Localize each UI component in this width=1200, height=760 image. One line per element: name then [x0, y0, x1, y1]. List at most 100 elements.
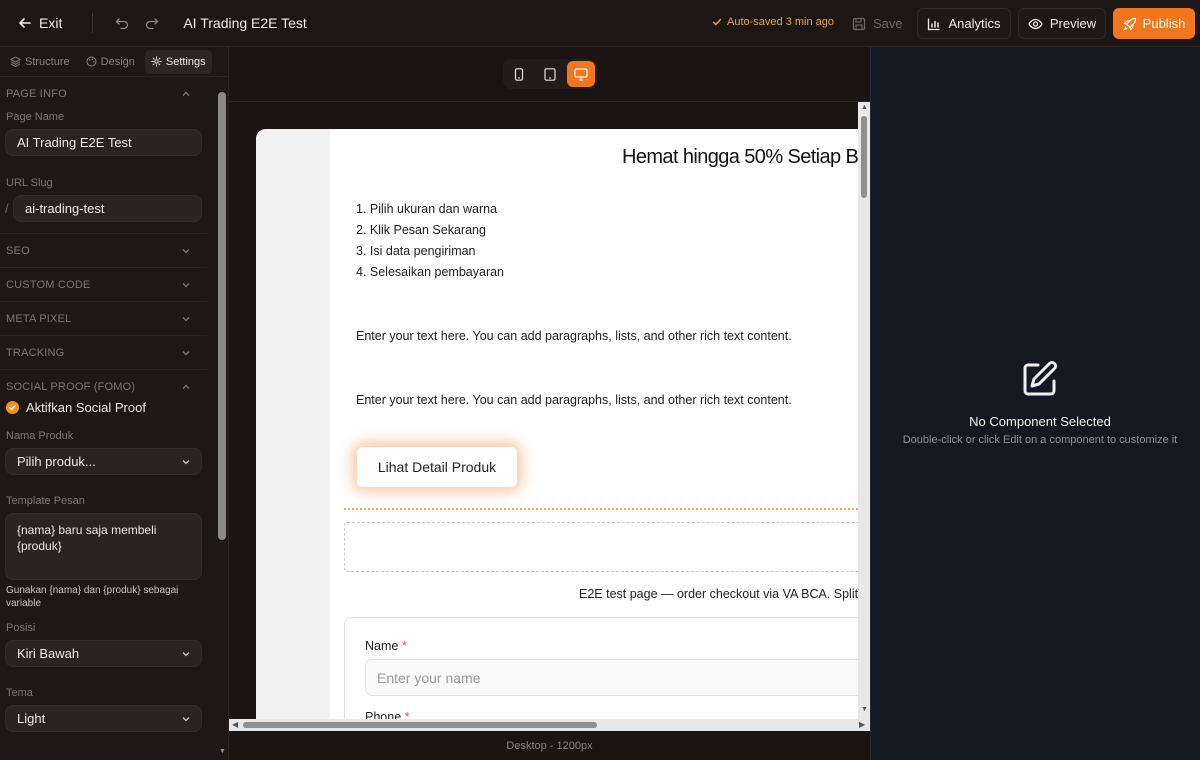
scroll-right-arrow-icon[interactable]: ▶	[859, 720, 865, 729]
scroll-down-arrow-icon[interactable]: ▼	[861, 706, 868, 713]
redo-icon	[146, 18, 159, 30]
bar-chart-icon	[927, 17, 941, 31]
device-switcher	[503, 59, 597, 89]
chevron-up-icon	[182, 384, 190, 389]
chevron-down-icon	[182, 459, 190, 464]
page-name-label: Page Name	[6, 111, 65, 123]
step-item: 3. Isi data pengiriman	[356, 244, 476, 258]
undo-button[interactable]	[111, 12, 133, 34]
arrow-left-icon	[18, 16, 32, 30]
view-product-button[interactable]: Lihat Detail Produk	[357, 447, 517, 487]
divider	[92, 13, 94, 33]
template-textarea[interactable]: {nama} baru saja membeli {produk}	[5, 513, 202, 580]
social-proof-toggle-label: Aktifkan Social Proof	[26, 399, 146, 415]
analytics-button[interactable]: Analytics	[917, 8, 1011, 39]
autosave-text: Auto-saved 3 min ago	[727, 16, 835, 28]
page-preview[interactable]: Hemat hingga 50% Setiap B 1. Pilih ukura…	[256, 129, 866, 719]
theme-select[interactable]: Light	[5, 705, 202, 732]
scroll-left-arrow-icon[interactable]: ◀	[232, 720, 238, 729]
product-select[interactable]: Pilih produk...	[5, 448, 202, 475]
tab-design[interactable]: Design	[80, 50, 141, 74]
section-meta-pixel-title: META PIXEL	[6, 312, 72, 325]
scroll-up-arrow-icon[interactable]: ▲	[861, 104, 868, 111]
chevron-down-icon	[182, 316, 190, 321]
gear-icon	[151, 56, 162, 67]
undo-icon	[115, 18, 129, 30]
publish-label: Publish	[1142, 16, 1186, 31]
position-label: Posisi	[6, 622, 36, 634]
headline[interactable]: Hemat hingga 50% Setiap B	[622, 146, 859, 169]
template-hint: Gunakan {nama} dan {produk} sebagai vari…	[6, 585, 179, 609]
page-name-input[interactable]: AI Trading E2E Test	[5, 129, 202, 156]
url-slug-label: URL Slug	[6, 177, 53, 189]
scroll-thumb[interactable]	[243, 722, 597, 728]
chevron-up-icon	[182, 91, 190, 96]
social-proof-toggle[interactable]: Aktifkan Social Proof	[0, 396, 215, 418]
name-label-text: Name	[365, 639, 399, 653]
preview-button[interactable]: Preview	[1018, 8, 1106, 39]
name-input[interactable]: Enter your name	[365, 659, 866, 696]
panel-tabs: Structure Design Settings	[0, 47, 228, 77]
canvas-vertical-scrollbar[interactable]: ▲ ▼	[858, 102, 870, 719]
scroll-thumb[interactable]	[861, 116, 867, 198]
step-item: 4. Selesaikan pembayaran	[356, 265, 505, 279]
footer-note[interactable]: E2E test page — order checkout via VA BC…	[579, 587, 858, 601]
scroll-down-arrow-icon[interactable]: ▼	[219, 748, 226, 755]
name-label: Name *	[365, 639, 407, 653]
section-seo[interactable]: SEO	[0, 234, 207, 268]
section-page-info-title: PAGE INFO	[6, 88, 67, 100]
drop-indicator	[344, 508, 866, 510]
required-mark: *	[404, 710, 410, 719]
canvas-horizontal-scrollbar[interactable]: ◀ ▶	[229, 719, 870, 731]
template-label: Template Pesan	[6, 495, 85, 507]
chevron-down-icon	[182, 716, 190, 721]
tab-settings-label: Settings	[165, 55, 206, 68]
eye-icon	[1028, 17, 1043, 31]
tablet-icon	[544, 67, 556, 81]
checkout-form[interactable]: Name * Enter your name Phone *	[344, 617, 866, 719]
steps-list[interactable]: 1. Pilih ukuran dan warna 2. Klik Pesan …	[356, 199, 504, 283]
settings-content: PAGE INFO Page Name AI Trading E2E Test …	[0, 77, 215, 732]
page-title: AI Trading E2E Test	[183, 15, 307, 31]
tab-structure[interactable]: Structure	[4, 50, 76, 74]
step-item: 2. Klik Pesan Sekarang	[356, 223, 486, 237]
empty-drop-zone[interactable]	[344, 522, 866, 572]
tab-settings[interactable]: Settings	[144, 49, 212, 74]
save-label: Save	[873, 16, 903, 31]
section-custom-code[interactable]: CUSTOM CODE	[0, 268, 207, 302]
empty-state-subtitle: Double-click or click Edit on a componen…	[902, 434, 1178, 446]
richtext-block[interactable]: Enter your text here. You can add paragr…	[356, 329, 792, 343]
layers-icon	[10, 56, 21, 67]
device-tablet-button[interactable]	[536, 61, 564, 87]
section-page-info[interactable]: PAGE INFO	[0, 77, 207, 111]
chevron-down-icon	[182, 651, 190, 656]
save-button[interactable]: Save	[843, 9, 912, 38]
device-mobile-button[interactable]	[505, 61, 533, 87]
position-select-value: Kiri Bawah	[17, 646, 80, 661]
publish-button[interactable]: Publish	[1113, 8, 1195, 39]
settings-panel: Structure Design Settings PAGE INFO Page…	[0, 47, 229, 760]
richtext-block[interactable]: Enter your text here. You can add paragr…	[356, 393, 792, 407]
section-meta-pixel[interactable]: META PIXEL	[0, 302, 207, 336]
rocket-icon	[1122, 17, 1137, 31]
section-tracking[interactable]: TRACKING	[0, 336, 207, 370]
redo-button[interactable]	[141, 12, 163, 34]
url-slug-input[interactable]: ai-trading-test	[13, 195, 202, 222]
left-panel-scrollbar[interactable]	[218, 92, 226, 540]
required-mark: *	[401, 639, 407, 653]
position-select[interactable]: Kiri Bawah	[5, 640, 202, 667]
mobile-icon	[514, 67, 524, 81]
editor-canvas[interactable]: Hemat hingga 50% Setiap B 1. Pilih ukura…	[229, 102, 870, 719]
checkbox-checked-icon[interactable]	[6, 400, 19, 414]
phone-label-text: Phone	[365, 710, 402, 719]
url-slug-prefix: /	[5, 201, 9, 216]
device-toolbar	[229, 47, 870, 102]
theme-select-value: Light	[17, 711, 46, 726]
section-tracking-title: TRACKING	[6, 346, 65, 359]
autosave-status: Auto-saved 3 min ago	[712, 16, 834, 28]
exit-button[interactable]: Exit	[14, 8, 66, 38]
name-input-placeholder: Enter your name	[377, 669, 481, 686]
empty-state-title: No Component Selected	[969, 414, 1111, 429]
device-desktop-button[interactable]	[567, 61, 595, 87]
theme-label: Tema	[6, 687, 33, 699]
